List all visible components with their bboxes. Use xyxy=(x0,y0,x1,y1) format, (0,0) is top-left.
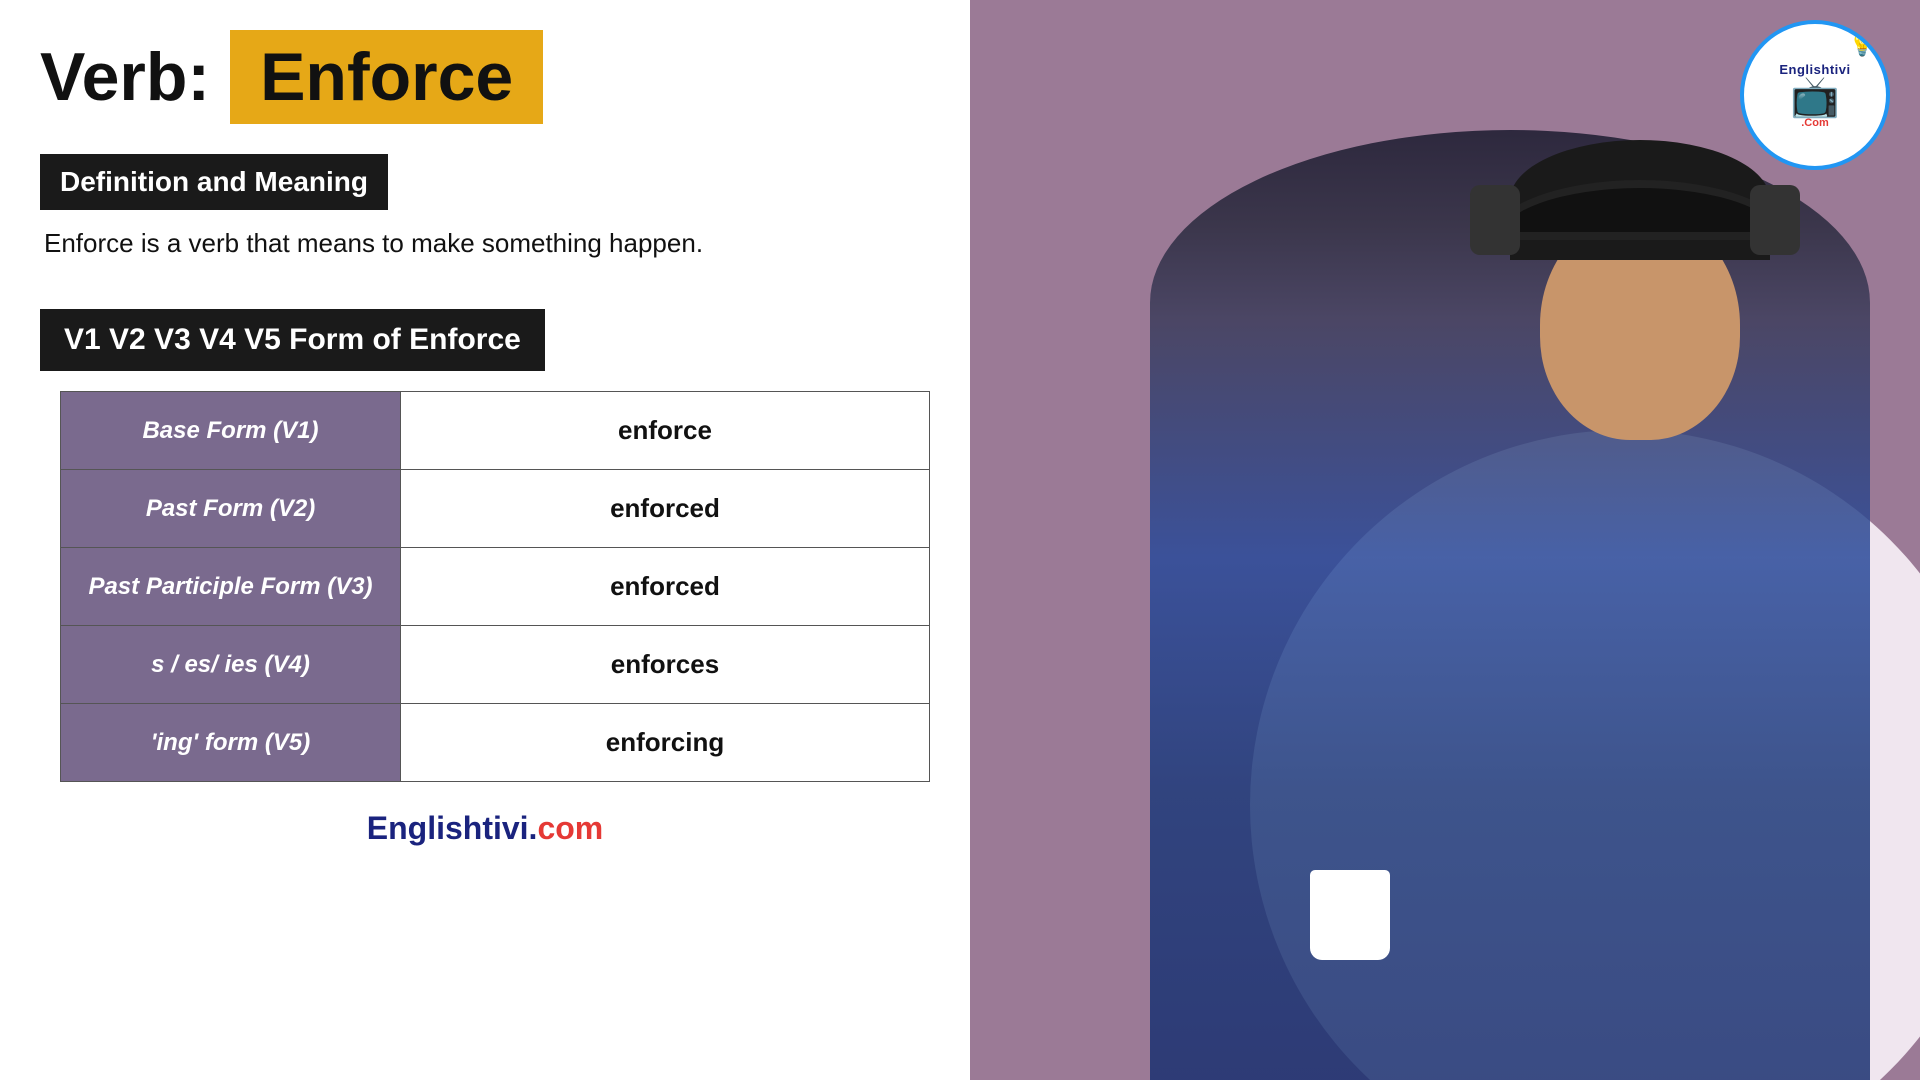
table-row: 'ing' form (V5)enforcing xyxy=(61,704,930,782)
forms-section-header: V1 V2 V3 V4 V5 Form of Enforce xyxy=(40,309,545,371)
headphone-right-cup xyxy=(1470,185,1520,255)
form-value-3: enforces xyxy=(401,626,930,704)
footer-brand-red: com xyxy=(537,810,603,846)
form-label-3: s / es/ ies (V4) xyxy=(61,626,401,704)
verb-forms-table: Base Form (V1)enforcePast Form (V2)enfor… xyxy=(60,391,930,782)
footer-brand-blue: Englishtivi xyxy=(367,810,529,846)
logo-circle: Englishtivi 📺 .Com 💡 xyxy=(1740,20,1890,170)
table-row: s / es/ ies (V4)enforces xyxy=(61,626,930,704)
title-row: Verb: Enforce xyxy=(40,30,930,124)
form-value-2: enforced xyxy=(401,548,930,626)
form-label-2: Past Participle Form (V3) xyxy=(61,548,401,626)
headphone-left-cup xyxy=(1750,185,1800,255)
verb-word: Enforce xyxy=(230,30,543,124)
form-value-0: enforce xyxy=(401,392,930,470)
table-row: Past Form (V2)enforced xyxy=(61,470,930,548)
verb-prefix: Verb: xyxy=(40,38,210,116)
right-panel: Englishtivi 📺 .Com 💡 xyxy=(970,0,1920,1080)
definition-body: Enforce is a verb that means to make som… xyxy=(44,228,930,259)
form-value-1: enforced xyxy=(401,470,930,548)
logo-bulb-icon: 💡 xyxy=(1849,32,1876,58)
form-label-1: Past Form (V2) xyxy=(61,470,401,548)
person-body-silhouette xyxy=(1150,130,1870,1080)
logo-tv-icon: 📺 xyxy=(1779,77,1850,117)
forms-header-wrapper: V1 V2 V3 V4 V5 Form of Enforce xyxy=(40,309,930,391)
form-label-4: 'ing' form (V5) xyxy=(61,704,401,782)
left-panel: Verb: Enforce Definition and Meaning Enf… xyxy=(0,0,970,1080)
form-label-0: Base Form (V1) xyxy=(61,392,401,470)
person-container xyxy=(1020,80,1920,1080)
definition-section-header: Definition and Meaning xyxy=(40,154,388,210)
definition-header-wrapper: Definition and Meaning xyxy=(40,154,930,228)
form-value-4: enforcing xyxy=(401,704,930,782)
logo-inner: Englishtivi 📺 .Com xyxy=(1779,62,1850,129)
coffee-cup xyxy=(1310,870,1390,960)
table-row: Past Participle Form (V3)enforced xyxy=(61,548,930,626)
footer-brand: Englishtivi.com xyxy=(40,810,930,847)
table-row: Base Form (V1)enforce xyxy=(61,392,930,470)
